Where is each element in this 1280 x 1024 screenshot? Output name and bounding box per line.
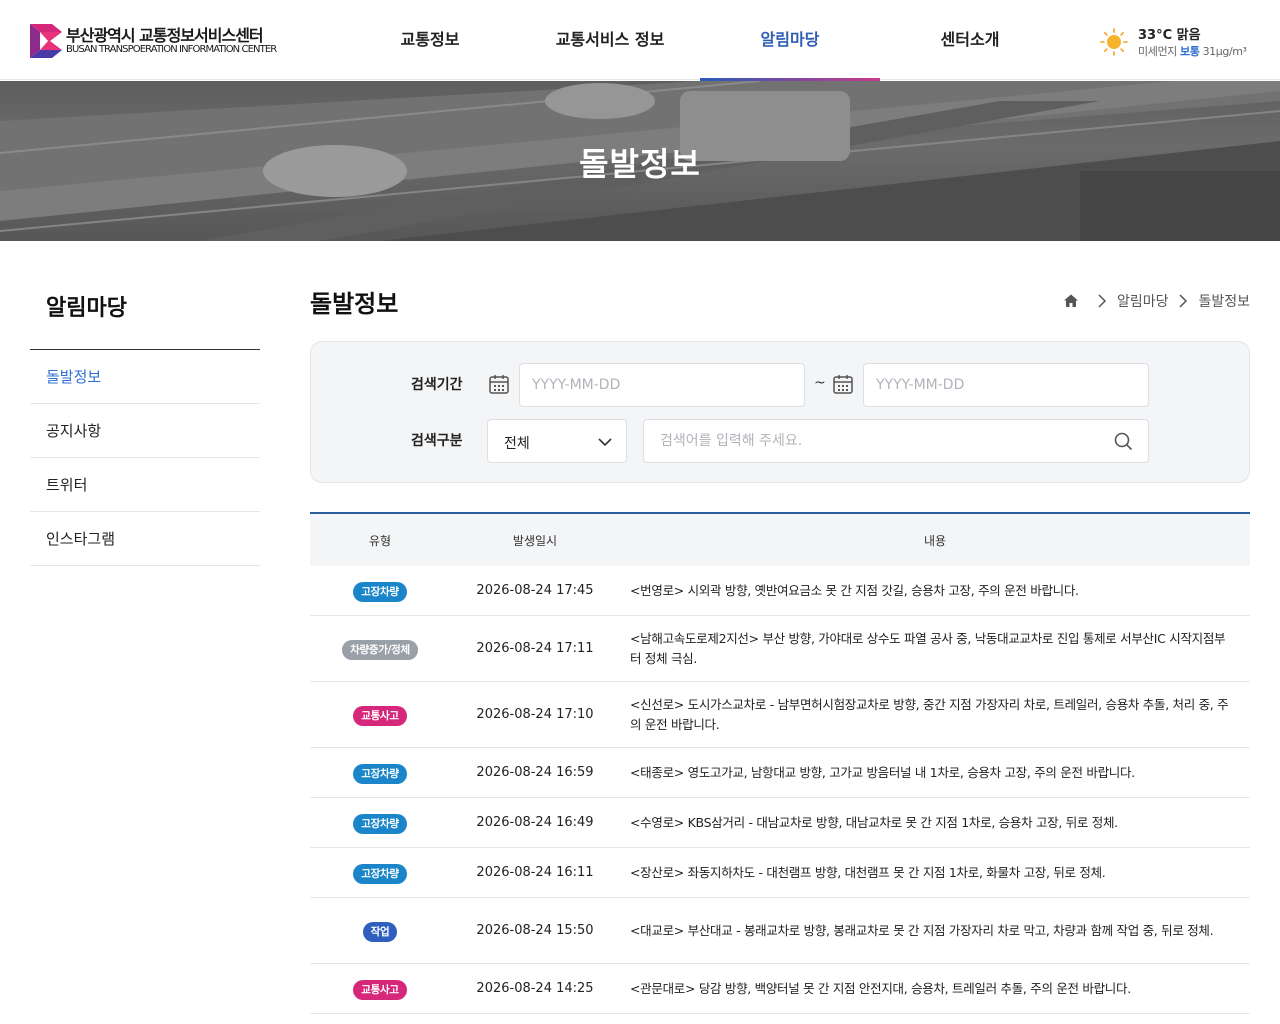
incident-content[interactable]: <남해고속도로제2지선> 부산 방향, 가야대로 상수도 파열 공사 중, 낙동… xyxy=(620,629,1250,669)
incident-type-badge: 고장차량 xyxy=(353,813,407,834)
table-row[interactable]: 교통사고 2026-08-24 14:25 <관문대로> 당감 방향, 백양터널 못… xyxy=(310,964,1250,1014)
table-row[interactable]: 작업 2026-08-24 15:50 <대교로> 부산대교 - 봉래교차로 방향,… xyxy=(310,898,1250,964)
sun-icon xyxy=(1100,28,1128,56)
fine-dust-value: 31μg/m³ xyxy=(1202,45,1247,58)
calendar-icon[interactable] xyxy=(488,373,510,395)
incident-date: 2026-08-24 14:25 xyxy=(476,981,594,996)
incident-content[interactable]: <수영로> KBS삼거리 - 대남교차로 방향, 대남교차로 못 간 지점 1차… xyxy=(620,813,1250,833)
incident-type-cell: 고장차량 xyxy=(310,862,450,884)
logo-title-en: BUSAN TRANSPOERATION INFORMATION CENTER xyxy=(66,44,277,55)
incident-type-cell: 차량증가/정체 xyxy=(310,638,450,660)
incident-content[interactable]: <대교로> 부산대교 - 봉래교차로 방향, 봉래교차로 못 간 지점 가장자리… xyxy=(620,921,1250,941)
nav-notice-board[interactable]: 알림마당 xyxy=(700,0,880,81)
incident-type-cell: 고장차량 xyxy=(310,580,450,602)
hero-banner: 돌발정보 xyxy=(0,81,1280,241)
incident-type-cell: 고장차량 xyxy=(310,762,450,784)
end-date-input[interactable] xyxy=(863,363,1149,407)
weather-widget: 33°C 맑음 미세먼지 보통 31μg/m³ xyxy=(1100,24,1270,60)
side-menu-item-notice[interactable]: 공지사항 xyxy=(30,404,260,458)
side-menu-title: 알림마당 xyxy=(30,270,260,350)
fine-dust-label: 미세먼지 xyxy=(1138,45,1177,58)
incident-type-badge: 고장차량 xyxy=(353,581,407,602)
search-keyword-input[interactable] xyxy=(643,419,1149,463)
incident-date: 2026-08-24 17:11 xyxy=(476,641,594,656)
incident-type-cell: 고장차량 xyxy=(310,812,450,834)
incident-type-badge: 작업 xyxy=(362,921,398,942)
incident-date: 2026-08-24 16:49 xyxy=(476,815,594,830)
search-type-value: 전체 xyxy=(504,436,530,452)
site-logo[interactable]: 부산광역시 교통정보서비스센터 BUSAN TRANSPOERATION INF… xyxy=(30,22,300,60)
search-icon[interactable] xyxy=(1113,431,1133,451)
incident-type-cell: 작업 xyxy=(310,920,450,942)
fine-dust-info: 미세먼지 보통 31μg/m³ xyxy=(1138,43,1247,59)
incident-type-cell: 교통사고 xyxy=(310,704,450,726)
nav-traffic-info[interactable]: 교통정보 xyxy=(340,0,520,80)
table-row[interactable]: 교통사고 2026-08-24 17:10 <신선로> 도시가스교차로 - 남부면허… xyxy=(310,682,1250,748)
site-header: 부산광역시 교통정보서비스센터 BUSAN TRANSPOERATION INF… xyxy=(0,0,1280,81)
incident-type-badge: 교통사고 xyxy=(353,705,407,726)
table-row[interactable]: 고장차량 2026-08-24 16:11 <장산로> 좌동지하차도 - 대천램프 … xyxy=(310,848,1250,898)
logo-mark-icon xyxy=(30,24,62,58)
breadcrumb-item-current[interactable]: 돌발정보 xyxy=(1198,291,1250,311)
nav-center-intro[interactable]: 센터소개 xyxy=(880,0,1060,80)
incident-type-badge: 교통사고 xyxy=(353,979,407,1000)
table-header-content: 내용 xyxy=(923,533,947,548)
table-body: 고장차량 2026-08-24 17:45 <번영로> 시외곽 방향, 옛반여요금소… xyxy=(310,566,1250,1014)
table-header-type: 유형 xyxy=(368,533,392,548)
search-type-select[interactable]: 전체 xyxy=(487,419,627,463)
side-menu-item-incident[interactable]: 돌발정보 xyxy=(30,350,260,404)
search-panel: 검색기간 ~ 검색구분 전체 xyxy=(310,341,1250,483)
incident-content[interactable]: <번영로> 시외곽 방향, 옛반여요금소 못 간 지점 갓길, 승용차 고장, … xyxy=(620,581,1250,601)
incident-content[interactable]: <태종로> 영도고가교, 남항대교 방향, 고가교 방음터널 내 1차로, 승용… xyxy=(620,763,1250,783)
incident-content[interactable]: <신선로> 도시가스교차로 - 남부면허시험장교차로 방향, 중간 지점 가장자… xyxy=(620,695,1250,735)
home-icon[interactable] xyxy=(1063,293,1079,309)
calendar-icon[interactable] xyxy=(832,373,854,395)
search-type-label: 검색구분 xyxy=(411,433,463,449)
main-nav: 교통정보 교통서비스 정보 알림마당 센터소개 xyxy=(340,0,1060,81)
hero-title: 돌발정보 xyxy=(579,145,701,183)
table-row[interactable]: 고장차량 2026-08-24 16:59 <태종로> 영도고가교, 남항대교 방향… xyxy=(310,748,1250,798)
incident-date: 2026-08-24 17:45 xyxy=(476,583,594,598)
weather-temperature: 33°C 맑음 xyxy=(1138,28,1201,43)
page-title: 돌발정보 xyxy=(310,290,399,318)
fine-dust-status: 보통 xyxy=(1180,45,1200,58)
side-menu: 알림마당 돌발정보 공지사항 트위터 인스타그램 xyxy=(30,270,260,566)
incident-date: 2026-08-24 17:10 xyxy=(476,707,594,722)
side-menu-item-twitter[interactable]: 트위터 xyxy=(30,458,260,512)
incident-date: 2026-08-24 16:11 xyxy=(476,865,594,880)
table-row[interactable]: 차량증가/정체 2026-08-24 17:11 <남해고속도로제2지선> 부산 방… xyxy=(310,616,1250,682)
chevron-down-icon xyxy=(598,438,612,447)
nav-notice-board-label: 알림마당 xyxy=(760,30,820,49)
chevron-right-icon xyxy=(1179,294,1188,308)
incident-content[interactable]: <관문대로> 당감 방향, 백양터널 못 간 지점 안전지대, 승용차, 트레일… xyxy=(620,979,1250,999)
logo-title-kr: 부산광역시 교통정보서비스센터 xyxy=(66,26,264,45)
start-date-input[interactable] xyxy=(519,363,805,407)
nav-traffic-service[interactable]: 교통서비스 정보 xyxy=(520,0,700,80)
table-row[interactable]: 고장차량 2026-08-24 17:45 <번영로> 시외곽 방향, 옛반여요금소… xyxy=(310,566,1250,616)
date-range-separator: ~ xyxy=(814,375,826,391)
incident-type-badge: 고장차량 xyxy=(353,763,407,784)
table-row[interactable]: 고장차량 2026-08-24 16:49 <수영로> KBS삼거리 - 대남교차로… xyxy=(310,798,1250,848)
incident-type-cell: 교통사고 xyxy=(310,978,450,1000)
incident-date: 2026-08-24 15:50 xyxy=(476,923,594,938)
incident-date: 2026-08-24 16:59 xyxy=(476,765,594,780)
table-header: 유형 발생일시 내용 xyxy=(310,514,1250,566)
side-menu-item-instagram[interactable]: 인스타그램 xyxy=(30,512,260,566)
incident-table: 유형 발생일시 내용 고장차량 2026-08-24 17:45 <번영로> 시외곽… xyxy=(310,512,1250,1014)
search-period-label: 검색기간 xyxy=(411,377,463,393)
incident-content[interactable]: <장산로> 좌동지하차도 - 대천램프 방향, 대천램프 못 간 지점 1차로,… xyxy=(620,863,1250,883)
incident-type-badge: 차량증가/정체 xyxy=(342,639,418,660)
incident-type-badge: 고장차량 xyxy=(353,863,407,884)
breadcrumb: 알림마당 돌발정보 xyxy=(1063,290,1250,312)
table-header-date: 발생일시 xyxy=(512,533,558,548)
chevron-right-icon xyxy=(1098,294,1106,308)
breadcrumb-item-notice-board[interactable]: 알림마당 xyxy=(1117,291,1169,311)
